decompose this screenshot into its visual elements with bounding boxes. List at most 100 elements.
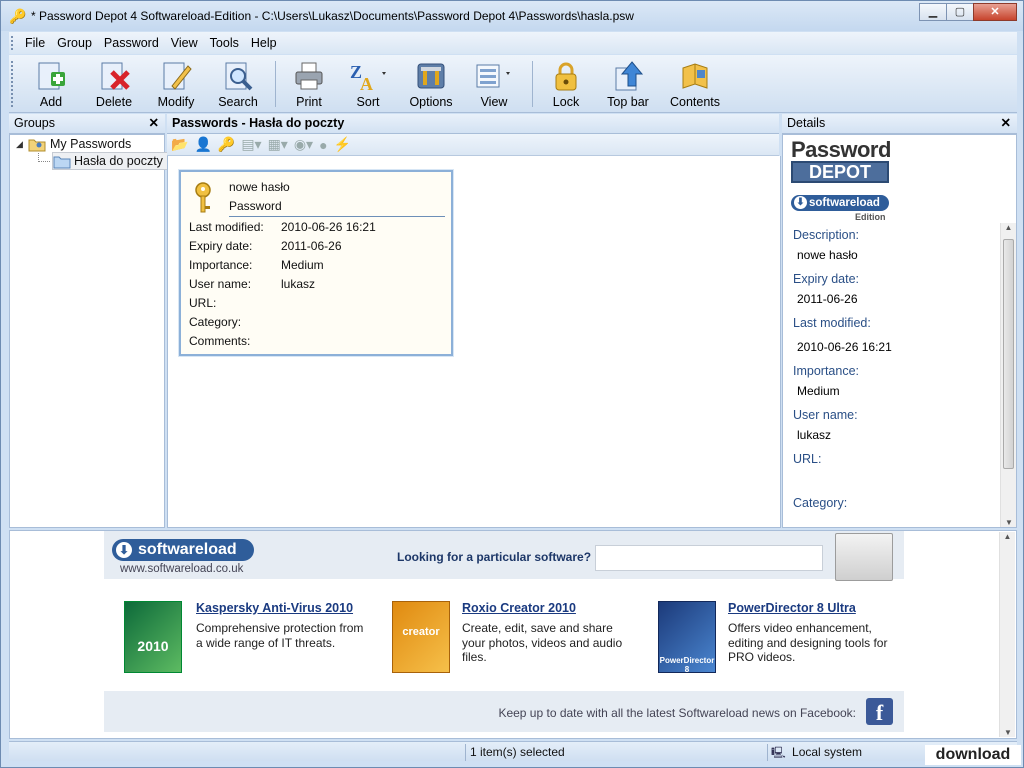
globe-icon[interactable]: ◉▾ (294, 136, 313, 153)
softwareload-logo[interactable]: ⬇ softwareload (112, 539, 254, 561)
view-button[interactable]: View (462, 55, 526, 111)
entry-divider (229, 216, 445, 217)
groups-header: Groups ✕ (9, 114, 165, 134)
entry-row-expiry-date: Expiry date: 2011-06-26 (189, 239, 342, 253)
passwords-title: Passwords - Hasła do poczty (172, 116, 345, 130)
software-search-input[interactable] (595, 545, 823, 571)
search-button[interactable]: Search (207, 55, 269, 111)
edition-label: Edition (855, 212, 886, 222)
status-location: 🖳 Local system (767, 744, 917, 761)
details-header: Details ✕ (782, 114, 1017, 134)
main-toolbar: Add Delete Modify Search Print Z A Sort … (9, 55, 1017, 113)
menu-help[interactable]: Help (245, 36, 283, 50)
scroll-down-arrow[interactable]: ▼ (1000, 728, 1016, 737)
menu-file[interactable]: File (19, 36, 51, 50)
product-roxio[interactable]: creator Roxio Creator 2010 Create, edit,… (392, 597, 622, 687)
entry-type: Password (229, 199, 282, 213)
add-label: Add (39, 95, 63, 109)
title-bar[interactable]: 🔑 * Password Depot 4 Softwareload-Editio… (1, 1, 1023, 31)
tree-item-hasla-do-poczty[interactable]: Hasła do poczty (52, 152, 168, 170)
password-entry-card[interactable]: nowe hasło Password Last modified: 2010-0… (179, 170, 453, 356)
search-go-button[interactable] (835, 533, 893, 581)
softwareload-url[interactable]: www.softwareload.co.uk (120, 563, 243, 575)
status-bar: 1 item(s) selected 🖳 Local system (9, 741, 1017, 761)
svg-text:A: A (360, 74, 373, 92)
banner-top: ⬇ softwareload www.softwareload.co.uk Lo… (104, 531, 904, 581)
status-selection: 1 item(s) selected (465, 744, 765, 761)
toolbar-grip (11, 61, 15, 107)
roxio-box-icon: creator (392, 601, 450, 673)
sort-icon: ZA (348, 59, 388, 93)
search-icon (222, 59, 254, 93)
key-icon[interactable]: 🔑 (218, 136, 235, 153)
detail-label-url: URL: (793, 452, 822, 466)
download-icon: ⬇ (116, 542, 132, 558)
contents-button[interactable]: Contents (663, 55, 727, 111)
detail-value-username: lukasz (797, 428, 832, 442)
details-title: Details (787, 116, 826, 130)
tree-expand-icon[interactable]: ◢ (16, 139, 28, 150)
options-button[interactable]: Options (400, 55, 462, 111)
modify-button[interactable]: Modify (145, 55, 207, 111)
menu-tools[interactable]: Tools (204, 36, 245, 50)
maximize-button[interactable]: ▢ (946, 3, 974, 21)
topbar-button[interactable]: Top bar (593, 55, 663, 111)
groups-close-icon[interactable]: ✕ (149, 114, 159, 133)
product-description: Create, edit, save and share your photos… (462, 621, 623, 664)
menu-group[interactable]: Group (51, 36, 98, 50)
product-title[interactable]: Roxio Creator 2010 (462, 601, 576, 615)
facebook-text: Keep up to date with all the latest Soft… (498, 706, 856, 720)
toolbar-separator (275, 61, 276, 107)
tree-line (38, 153, 50, 162)
flash-icon[interactable]: ⚡ (334, 136, 351, 153)
menu-password[interactable]: Password (98, 36, 165, 50)
keys-icon (195, 182, 211, 213)
detail-label-modified: Last modified: (793, 316, 871, 330)
computer-icon: 🖳 (771, 747, 786, 759)
product-powerdirector[interactable]: PowerDirector 8 PowerDirector 8 Ultra Of… (658, 597, 888, 687)
entry-row-comments: Comments: (189, 334, 251, 348)
browser-icon[interactable]: ● (319, 137, 327, 153)
product-description: Offers video enhancement, editing and de… (728, 621, 888, 664)
details-scrollbar[interactable]: ▲ ▼ (1000, 223, 1016, 527)
details-close-icon[interactable]: ✕ (1001, 114, 1011, 133)
logo-depot: DEPOT (791, 161, 889, 183)
tree-item-my-passwords[interactable]: ◢ My Passwords (16, 135, 131, 153)
topbar-icon (612, 59, 644, 93)
details-panel: Password DEPOT ⬇ softwareload Edition De… (782, 134, 1017, 528)
facebook-icon[interactable]: f (866, 698, 893, 725)
product-title[interactable]: Kaspersky Anti-Virus 2010 (196, 601, 353, 615)
entry-name: nowe hasło (229, 180, 290, 194)
search-prompt: Looking for a particular software? (397, 550, 592, 564)
options-label: Options (409, 95, 453, 109)
add-button[interactable]: Add (19, 55, 83, 111)
sort-label: Sort (356, 95, 380, 109)
sort-button[interactable]: ZA Sort (336, 55, 400, 111)
detail-label-expiry: Expiry date: (793, 272, 860, 286)
delete-button[interactable]: Delete (83, 55, 145, 111)
scroll-up-arrow[interactable]: ▲ (1001, 223, 1016, 232)
topbar-label: Top bar (607, 95, 649, 109)
product-title[interactable]: PowerDirector 8 Ultra (728, 601, 856, 615)
print-button[interactable]: Print (282, 55, 336, 111)
view-label: View (480, 95, 508, 109)
minimize-button[interactable]: ▁ (919, 3, 947, 21)
passwords-toolbar: 📂 👤 🔑 ▤▾ ▦▾ ◉▾ ● ⚡ (167, 134, 779, 156)
lock-button[interactable]: Lock (539, 55, 593, 111)
powerdirector-box-icon: PowerDirector 8 (658, 601, 716, 674)
key-icon: 🔑 (9, 8, 27, 24)
close-window-button[interactable]: ✕ (973, 3, 1017, 21)
user-icon[interactable]: 👤 (194, 136, 211, 153)
menu-view[interactable]: View (165, 36, 204, 50)
ad-scrollbar[interactable]: ▲ ▼ (999, 532, 1015, 737)
product-kaspersky[interactable]: 2010 Kaspersky Anti-Virus 2010 Comprehen… (124, 597, 363, 687)
folder-up-icon[interactable]: 📂 (171, 136, 188, 153)
detail-value-modified: 2010-06-26 16:21 (797, 340, 892, 354)
scroll-up-arrow[interactable]: ▲ (1000, 532, 1015, 541)
scroll-down-arrow[interactable]: ▼ (1001, 518, 1016, 527)
card-icon[interactable]: ▦▾ (268, 136, 288, 153)
copy-icon[interactable]: ▤▾ (241, 136, 261, 153)
scroll-thumb[interactable] (1003, 239, 1014, 469)
modify-label: Modify (157, 95, 195, 109)
delete-icon (98, 59, 130, 93)
